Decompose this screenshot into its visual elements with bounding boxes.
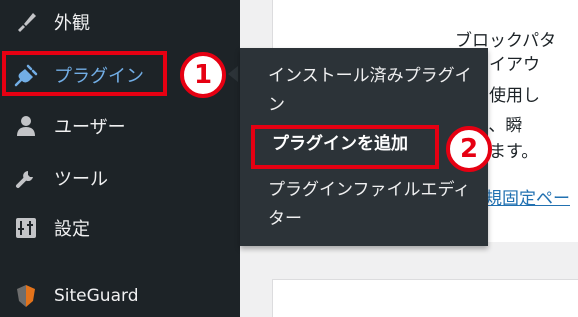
add-plugin-highlight-box (251, 125, 439, 169)
admin-sidebar: 外観 プラグイン ユーザー ツール 設定 SiteGuard (0, 0, 240, 317)
sidebar-item-label: 設定 (54, 219, 90, 240)
submenu-item-installed-plugins[interactable]: インストール済みプラグイン (268, 62, 478, 120)
sidebar-item-tools[interactable]: ツール (0, 156, 240, 200)
sidebar-item-label: ツール (54, 169, 108, 190)
wrench-icon (12, 164, 40, 192)
sidebar-item-label: SiteGuard (54, 286, 139, 306)
active-menu-arrow (228, 66, 238, 82)
panel-link[interactable]: 規固定ペー (485, 184, 570, 209)
paintbrush-icon (12, 8, 40, 36)
sidebar-item-label: 外観 (54, 13, 90, 34)
content-panel-lower (272, 279, 578, 317)
sidebar-item-settings[interactable]: 設定 (0, 206, 240, 250)
sidebar-item-appearance[interactable]: 外観 (0, 0, 240, 44)
step-badge-2: 2 (446, 126, 492, 172)
plugins-highlight-box (2, 51, 167, 96)
sidebar-item-label: ユーザー (54, 117, 126, 138)
siteguard-shield-icon (12, 282, 40, 310)
submenu-item-plugin-file-editor[interactable]: プラグインファイルエディター (268, 176, 478, 234)
settings-icon (12, 214, 40, 242)
sidebar-item-siteguard[interactable]: SiteGuard (0, 274, 240, 317)
user-icon (12, 112, 40, 140)
sidebar-separator (0, 252, 240, 264)
step-badge-1: 1 (180, 52, 226, 98)
sidebar-item-users[interactable]: ユーザー (0, 104, 240, 148)
